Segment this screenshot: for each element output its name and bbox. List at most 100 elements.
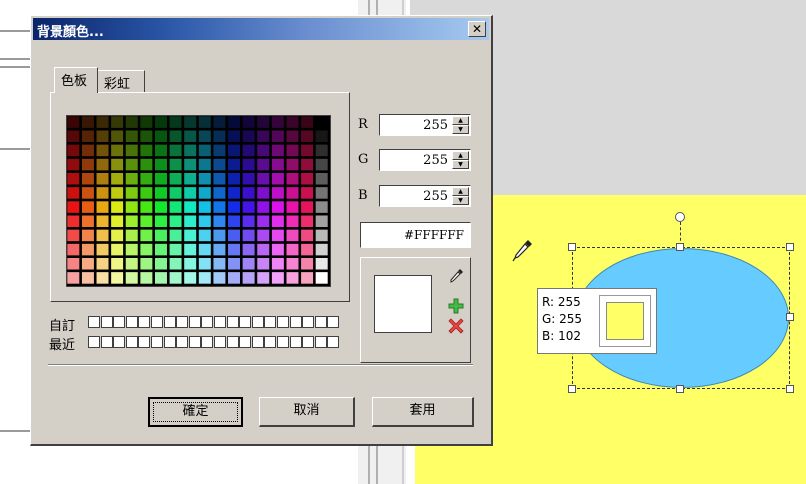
palette-swatch[interactable] [242, 158, 256, 171]
palette-swatch[interactable] [227, 243, 241, 256]
palette-swatch[interactable] [183, 243, 197, 256]
palette-swatch[interactable] [285, 144, 300, 157]
palette-swatch[interactable] [81, 257, 95, 271]
palette-swatch[interactable] [95, 257, 110, 271]
remove-color-icon[interactable] [448, 318, 464, 334]
palette-swatch[interactable] [198, 243, 212, 256]
palette-swatch[interactable] [271, 243, 285, 256]
palette-swatch[interactable] [95, 116, 110, 129]
palette-swatch[interactable] [285, 200, 300, 214]
palette-swatch[interactable] [110, 214, 124, 228]
palette-swatch[interactable] [110, 144, 124, 157]
recent-color-slot[interactable] [113, 336, 126, 348]
recent-color-slot[interactable] [327, 336, 340, 348]
palette-swatch[interactable] [67, 172, 80, 186]
palette-swatch[interactable] [183, 200, 197, 214]
palette-swatch[interactable] [227, 271, 241, 285]
palette-swatch[interactable] [139, 271, 153, 285]
palette-swatch[interactable] [300, 200, 314, 214]
custom-color-slot[interactable] [125, 316, 138, 328]
palette-swatch[interactable] [198, 186, 212, 200]
palette-swatch[interactable] [256, 158, 270, 171]
palette-swatch[interactable] [154, 271, 168, 285]
palette-swatch[interactable] [67, 257, 80, 271]
palette-swatch[interactable] [95, 271, 110, 285]
palette-swatch[interactable] [125, 257, 139, 271]
apply-button[interactable]: 套用 [372, 397, 474, 427]
palette-swatch[interactable] [168, 229, 183, 242]
palette-swatch[interactable] [125, 158, 139, 171]
palette-swatch[interactable] [110, 271, 124, 285]
palette-swatch[interactable] [125, 271, 139, 285]
palette-swatch[interactable] [256, 129, 270, 143]
b-up-arrow-icon[interactable]: ▲ [452, 187, 469, 196]
dialog-titlebar[interactable]: 背景顏色... ✕ [33, 18, 489, 40]
palette-swatch[interactable] [198, 214, 212, 228]
palette-swatch[interactable] [139, 158, 153, 171]
palette-swatch[interactable] [212, 158, 227, 171]
palette-swatch[interactable] [139, 129, 153, 143]
ok-button[interactable]: 確定 [148, 397, 243, 427]
custom-color-slot[interactable] [264, 316, 277, 328]
palette-swatch[interactable] [242, 116, 256, 129]
palette-swatch[interactable] [315, 144, 329, 157]
palette-swatch[interactable] [110, 172, 124, 186]
palette-swatch[interactable] [139, 243, 153, 256]
close-button[interactable]: ✕ [468, 21, 486, 37]
palette-swatch[interactable] [242, 172, 256, 186]
palette-swatch[interactable] [300, 158, 314, 171]
custom-color-slot[interactable] [151, 316, 163, 328]
palette-swatch[interactable] [271, 116, 285, 129]
palette-swatch[interactable] [285, 186, 300, 200]
palette-swatch[interactable] [139, 214, 153, 228]
palette-swatch[interactable] [95, 186, 110, 200]
palette-swatch[interactable] [212, 229, 227, 242]
palette-swatch[interactable] [315, 186, 329, 200]
palette-swatch[interactable] [125, 200, 139, 214]
palette-swatch[interactable] [125, 214, 139, 228]
palette-swatch[interactable] [271, 172, 285, 186]
palette-swatch[interactable] [315, 129, 329, 143]
palette-swatch[interactable] [154, 129, 168, 143]
palette-swatch[interactable] [139, 257, 153, 271]
palette-swatch[interactable] [183, 144, 197, 157]
resize-handle-sw[interactable] [568, 385, 576, 393]
palette-swatch[interactable] [67, 243, 80, 256]
rotation-handle[interactable] [675, 212, 685, 222]
palette-swatch[interactable] [168, 257, 183, 271]
palette-swatch[interactable] [81, 243, 95, 256]
palette-swatch[interactable] [67, 116, 80, 129]
palette-swatch[interactable] [212, 172, 227, 186]
palette-swatch[interactable] [81, 172, 95, 186]
palette-swatch[interactable] [212, 116, 227, 129]
palette-swatch[interactable] [285, 229, 300, 242]
palette-swatch[interactable] [168, 158, 183, 171]
palette-swatch[interactable] [256, 243, 270, 256]
palette-swatch[interactable] [125, 172, 139, 186]
palette-swatch[interactable] [198, 200, 212, 214]
palette-swatch[interactable] [256, 116, 270, 129]
palette-swatch[interactable] [256, 214, 270, 228]
palette-swatch[interactable] [95, 129, 110, 143]
resize-handle-e[interactable] [786, 313, 794, 321]
palette-swatch[interactable] [110, 129, 124, 143]
custom-color-slot[interactable] [226, 316, 239, 328]
palette-swatch[interactable] [95, 172, 110, 186]
palette-swatch[interactable] [154, 186, 168, 200]
palette-swatch[interactable] [67, 129, 80, 143]
palette-swatch[interactable] [154, 257, 168, 271]
palette-swatch[interactable] [285, 257, 300, 271]
palette-swatch[interactable] [300, 243, 314, 256]
palette-swatch[interactable] [300, 229, 314, 242]
palette-swatch[interactable] [168, 200, 183, 214]
palette-swatch[interactable] [242, 229, 256, 242]
custom-color-slot[interactable] [251, 316, 264, 328]
palette-swatch[interactable] [183, 158, 197, 171]
palette-swatch[interactable] [125, 186, 139, 200]
palette-swatch[interactable] [271, 214, 285, 228]
r-up-arrow-icon[interactable]: ▲ [452, 116, 469, 125]
custom-color-slot[interactable] [201, 316, 214, 328]
palette-swatch[interactable] [67, 229, 80, 242]
custom-color-slot[interactable] [100, 316, 113, 328]
palette-swatch[interactable] [271, 229, 285, 242]
